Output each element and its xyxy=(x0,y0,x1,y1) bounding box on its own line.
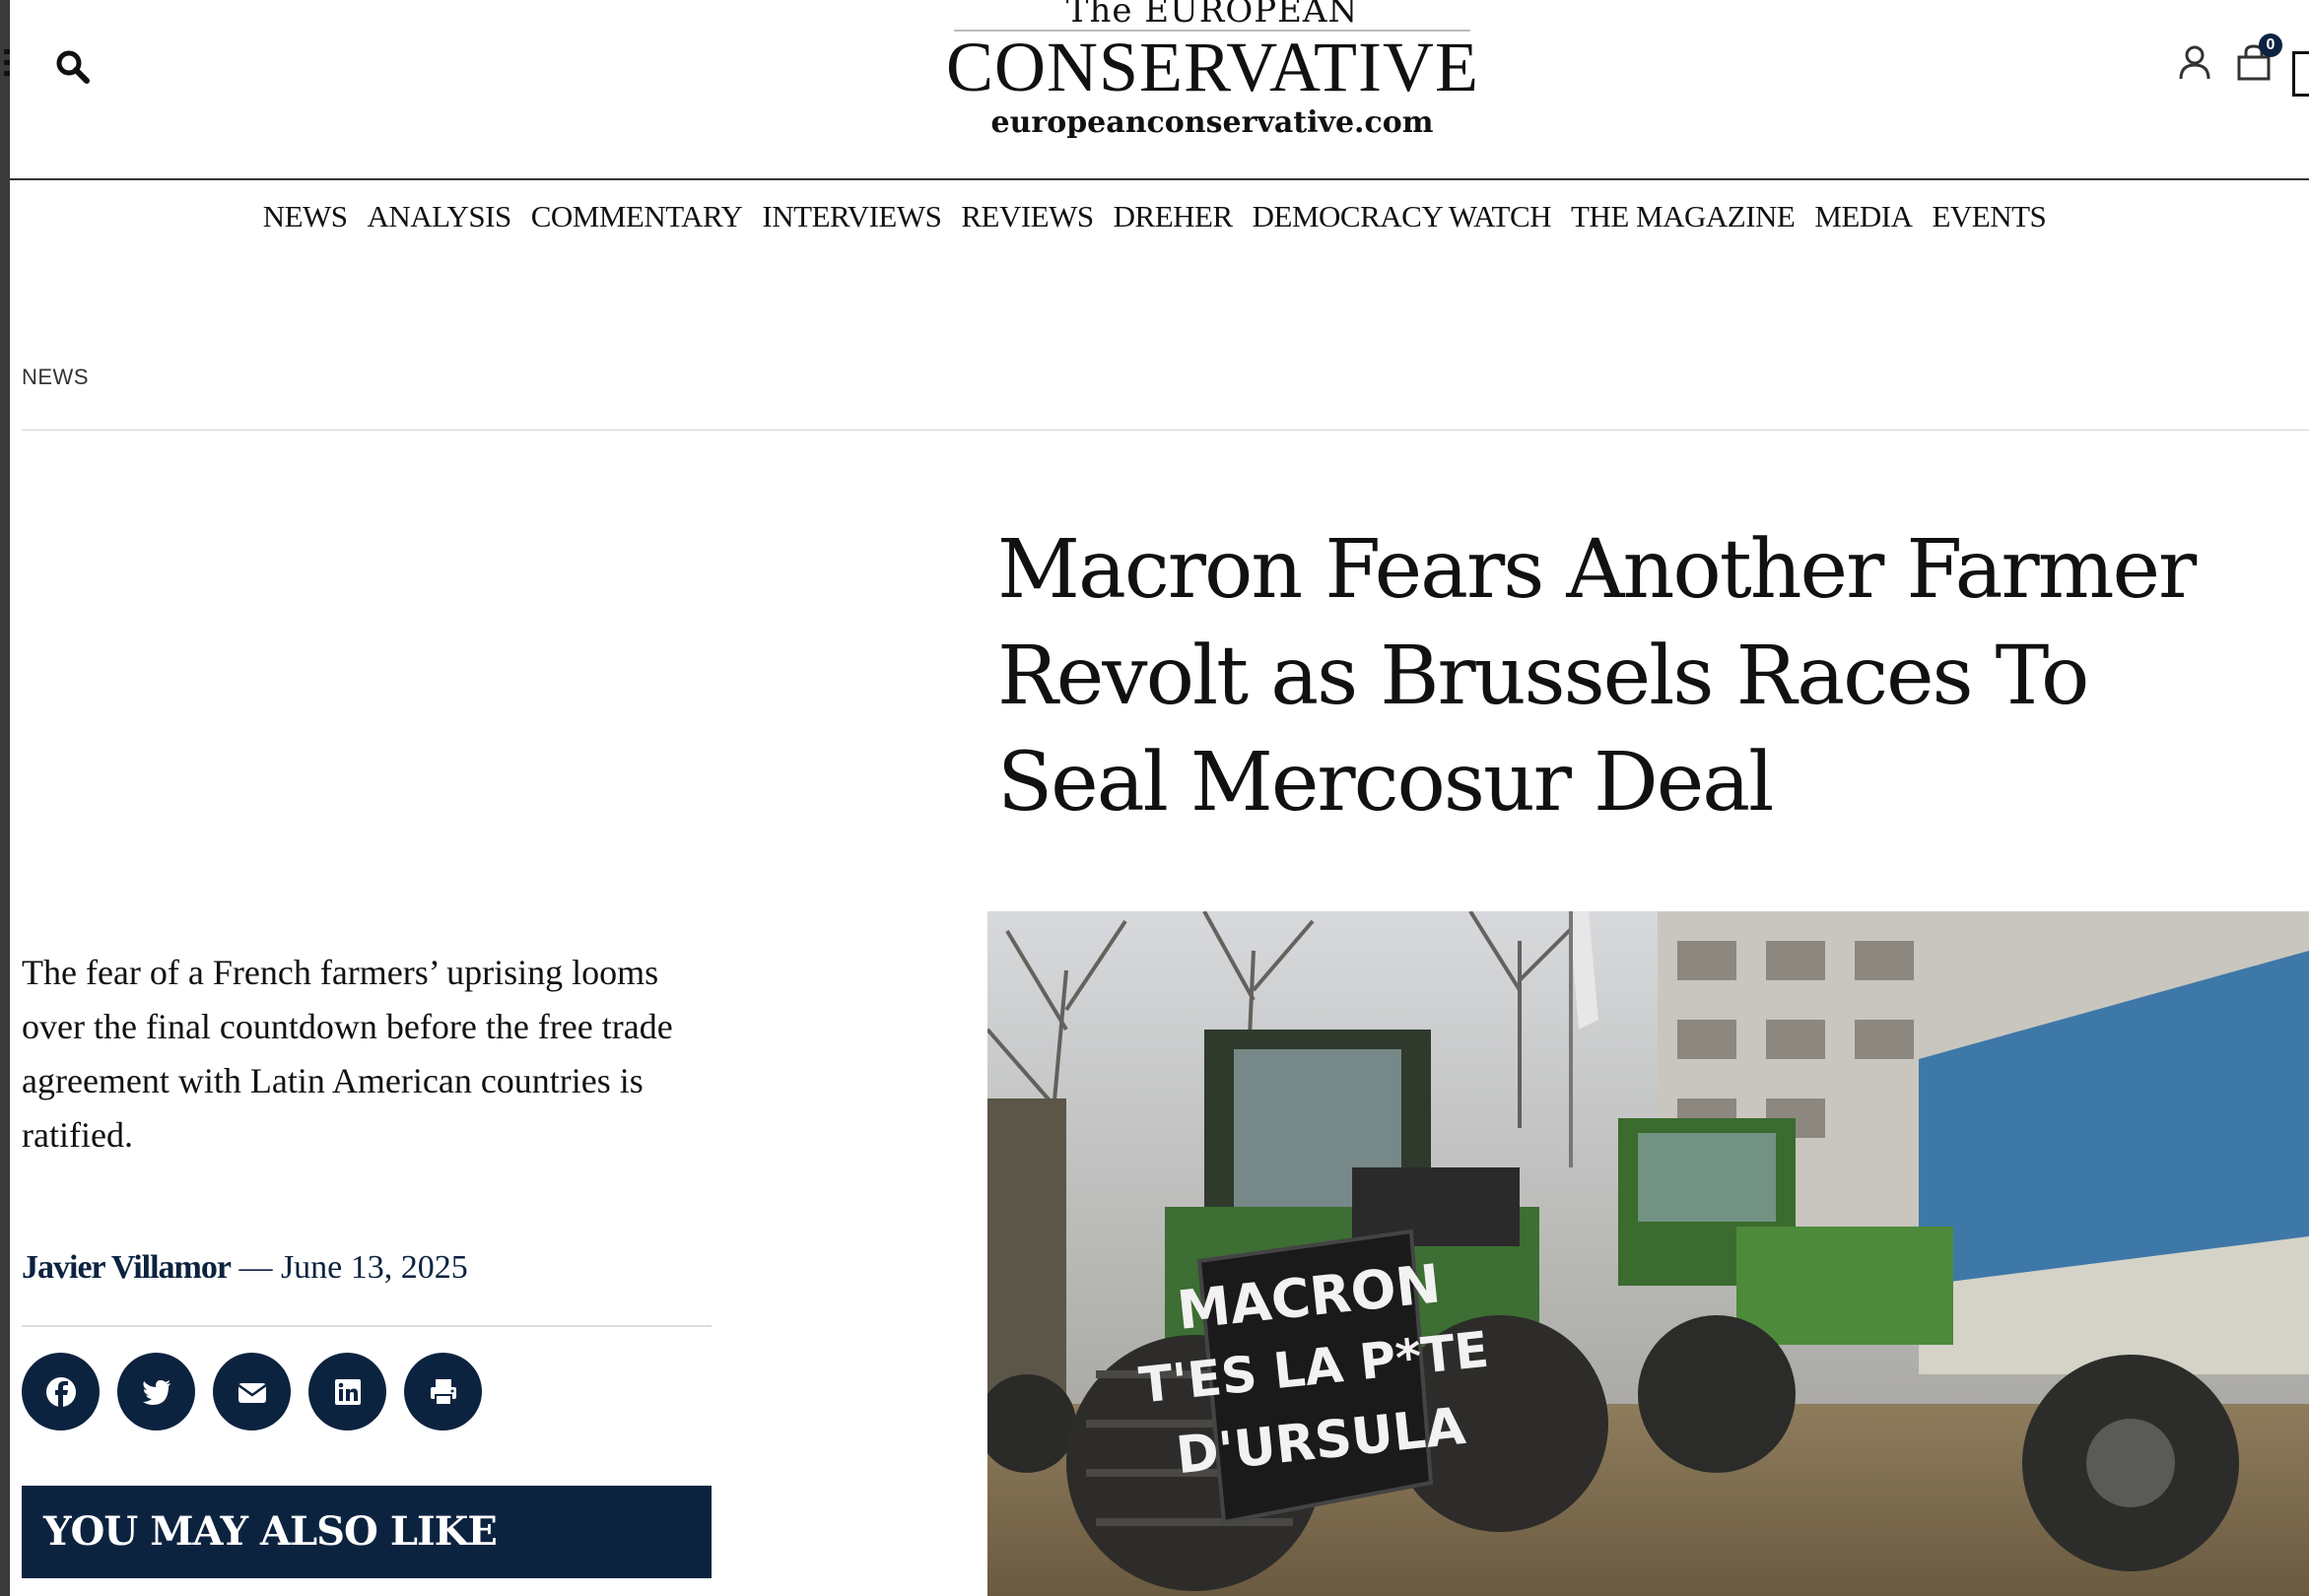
nav-item-dreher[interactable]: DREHER xyxy=(1114,195,1234,238)
facebook-icon xyxy=(45,1376,76,1407)
share-buttons xyxy=(22,1353,482,1430)
cart-count-badge: 0 xyxy=(2259,33,2282,57)
search-icon[interactable] xyxy=(55,49,91,85)
nav-item-media[interactable]: MEDIA xyxy=(1814,195,1913,238)
main-nav: NEWS ANALYSIS COMMENTARY INTERVIEWS REVI… xyxy=(0,195,2309,238)
publish-date: June 13, 2025 xyxy=(280,1249,468,1286)
logo-line2: CONSERVATIVE xyxy=(946,28,1479,106)
browser-left-edge xyxy=(0,0,10,1596)
facebook-share-button[interactable] xyxy=(22,1353,100,1430)
nav-item-analysis[interactable]: ANALYSIS xyxy=(368,195,512,238)
header-edge-button[interactable] xyxy=(2292,51,2309,97)
logo-line1: The EUROPEAN xyxy=(1065,0,1359,31)
print-icon xyxy=(430,1378,456,1406)
twitter-share-button[interactable] xyxy=(117,1353,195,1430)
article-title: Macron Fears Another Farmer Revolt as Br… xyxy=(997,523,2197,830)
nav-item-the-magazine[interactable]: THE MAGAZINE xyxy=(1571,195,1796,238)
email-icon xyxy=(237,1382,267,1403)
category-divider xyxy=(22,430,2309,431)
article-summary: The fear of a French farmers’ uprising l… xyxy=(22,953,673,1155)
email-share-button[interactable] xyxy=(213,1353,291,1430)
byline: Javier Villamor — June 13, 2025 xyxy=(22,1249,468,1287)
nav-item-democracy-watch[interactable]: DEMOCRACY WATCH xyxy=(1253,195,1552,238)
nav-item-news[interactable]: NEWS xyxy=(263,195,348,238)
linkedin-icon xyxy=(334,1378,361,1405)
nav-item-interviews[interactable]: INTERVIEWS xyxy=(762,195,941,238)
site-logo[interactable]: The EUROPEAN CONSERVATIVE europeanconser… xyxy=(946,0,1478,148)
print-share-button[interactable] xyxy=(404,1353,482,1430)
article-hero-image: MACRON T'ES LA P*TE D'URSULA xyxy=(987,911,2309,1596)
menu-icon[interactable] xyxy=(4,49,10,79)
byline-separator: — xyxy=(230,1249,281,1286)
you-may-also-like-header: YOU MAY ALSO LIKE xyxy=(22,1486,712,1578)
linkedin-share-button[interactable] xyxy=(308,1353,386,1430)
author-link[interactable]: Javier Villamor xyxy=(22,1249,232,1286)
article-category[interactable]: NEWS xyxy=(22,365,89,390)
header-divider xyxy=(10,178,2309,180)
nav-item-reviews[interactable]: REVIEWS xyxy=(961,195,1094,238)
account-icon[interactable] xyxy=(2178,43,2211,83)
nav-item-commentary[interactable]: COMMENTARY xyxy=(531,195,743,238)
twitter-icon xyxy=(142,1379,170,1405)
logo-url: europeanconservative.com xyxy=(990,105,1434,140)
nav-item-events[interactable]: EVENTS xyxy=(1932,195,2046,238)
byline-divider xyxy=(22,1325,712,1327)
